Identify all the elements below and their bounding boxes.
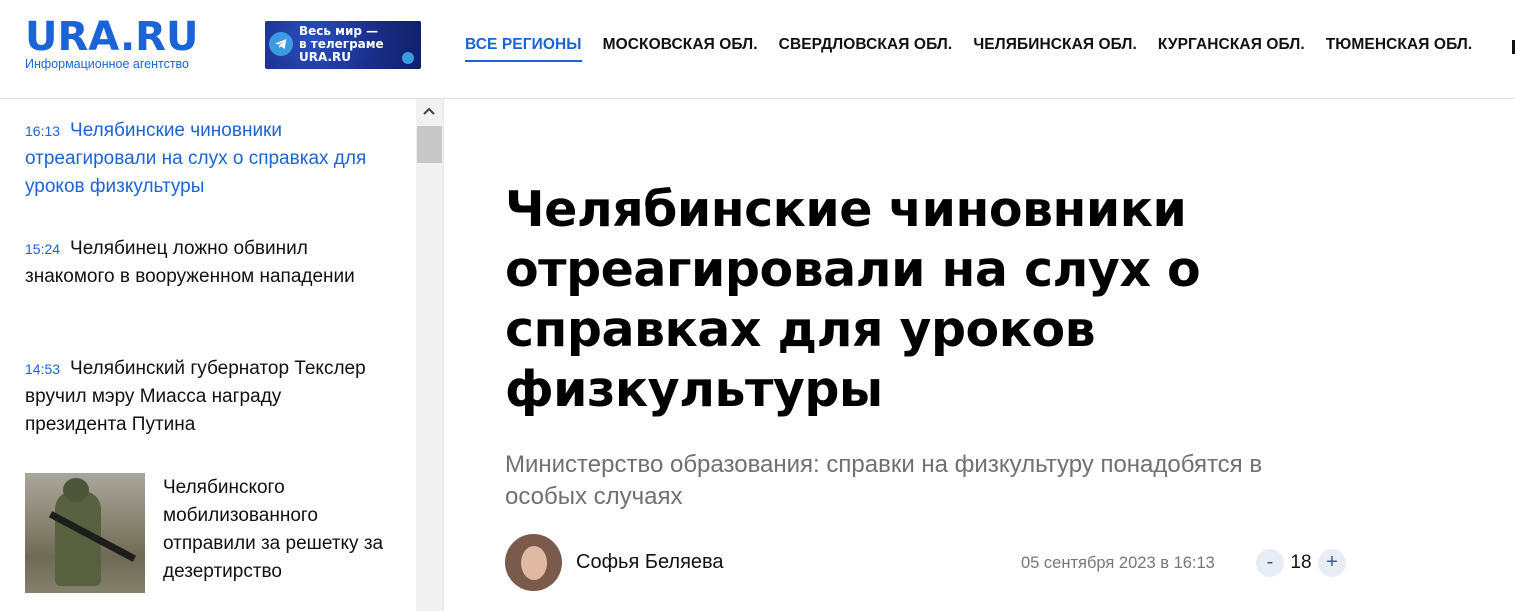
scroll-up-icon[interactable] (422, 103, 436, 119)
article-lead: Министерство образования: справки на физ… (505, 451, 1263, 510)
telegram-small-icon (402, 52, 414, 64)
nav-all-regions[interactable]: ВСЕ РЕГИОНЫ (465, 36, 582, 62)
news-time: 16:13 (25, 123, 61, 139)
nav-sverdlovsk-region[interactable]: СВЕРДЛОВСКАЯ ОБЛ. (779, 36, 953, 62)
site-logo[interactable]: URA.RU Информационное агентство (25, 16, 198, 71)
nav-tyumen-region[interactable]: ТЮМЕНСКАЯ ОБЛ. (1326, 36, 1473, 62)
article: Челябинские чиновники отреагировали на с… (505, 180, 1365, 420)
news-thumbnail-title[interactable]: Челябинского мобилизованного отправили з… (163, 474, 393, 586)
scroll-thumb[interactable] (417, 126, 442, 163)
news-item[interactable]: 16:13 Челябинские чиновники отреагировали… (25, 117, 370, 201)
region-nav: ВСЕ РЕГИОНЫ МОСКОВСКАЯ ОБЛ. СВЕРДЛОВСКАЯ… (465, 36, 1493, 62)
author-name[interactable]: Софья Беляева (576, 551, 724, 574)
avatar-face (521, 546, 547, 580)
news-time: 14:53 (25, 361, 61, 377)
nav-chelyabinsk-region[interactable]: ЧЕЛЯБИНСКАЯ ОБЛ. (973, 36, 1137, 62)
nav-kurgan-region[interactable]: КУРГАНСКАЯ ОБЛ. (1158, 36, 1305, 62)
soldier-head (63, 478, 89, 502)
promo-text: Весь мир — в телеграме URA.RU (299, 25, 384, 64)
article-author[interactable]: Софья Беляева (505, 534, 724, 591)
news-title[interactable]: Челябинский губернатор Текслер вручил мэ… (25, 358, 366, 435)
font-decrease-button[interactable]: - (1256, 549, 1284, 577)
avatar[interactable] (505, 534, 562, 591)
news-title[interactable]: Челябинские чиновники отреагировали на с… (25, 120, 366, 197)
news-item[interactable]: 14:53 Челябинский губернатор Текслер вруч… (25, 355, 370, 439)
font-size-value: 18 (1290, 552, 1312, 573)
news-title[interactable]: Челябинец ложно обвинил знакомого в воор… (25, 238, 355, 287)
article-headline: Челябинские чиновники отреагировали на с… (505, 181, 1201, 418)
font-size-control: - 18 + (1256, 549, 1346, 577)
sidebar-scrollbar[interactable] (416, 99, 444, 611)
news-item[interactable]: 15:24 Челябинец ложно обвинил знакомого в… (25, 235, 370, 291)
font-increase-button[interactable]: + (1318, 549, 1346, 577)
telegram-promo-banner[interactable]: Весь мир — в телеграме URA.RU (265, 21, 421, 69)
logo-subtitle: Информационное агентство (25, 57, 190, 71)
logo-text: URA.RU (25, 14, 199, 60)
nav-moscow-region[interactable]: МОСКОВСКАЯ ОБЛ. (603, 36, 758, 62)
article-date: 05 сентября 2023 в 16:13 (1021, 554, 1215, 572)
news-feed-sidebar: 16:13 Челябинские чиновники отреагировали… (0, 99, 416, 611)
news-time: 15:24 (25, 241, 61, 257)
promo-line-3: URA.RU (299, 50, 352, 64)
news-thumbnail[interactable] (25, 473, 145, 593)
site-header: URA.RU Информационное агентство Весь мир… (0, 0, 1515, 99)
telegram-icon (269, 32, 293, 56)
